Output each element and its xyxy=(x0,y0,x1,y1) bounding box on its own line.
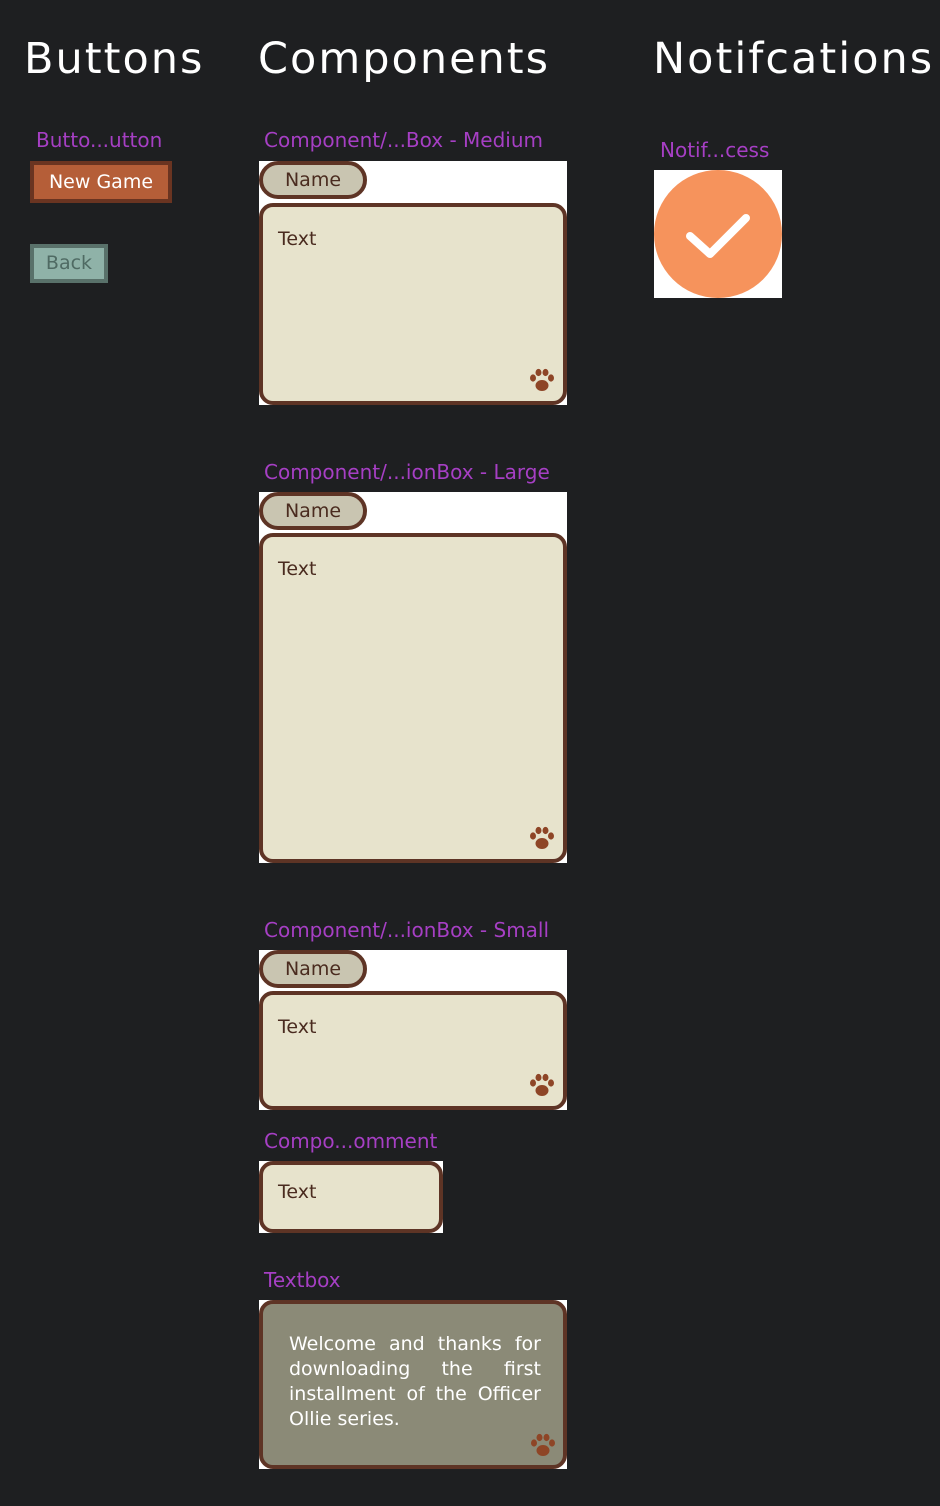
back-button[interactable]: Back xyxy=(30,244,108,283)
textbox-frame-label[interactable]: Textbox xyxy=(264,1268,341,1292)
dialog-small-frame[interactable]: Name Text xyxy=(259,950,567,1110)
dialog-small-frame-label[interactable]: Component/...ionBox - Small xyxy=(264,918,549,942)
checkmark-icon xyxy=(654,170,782,298)
comment-text: Text xyxy=(278,1181,317,1203)
components-section-title: Components xyxy=(258,34,551,84)
notifications-section-title: Notifcations xyxy=(653,34,935,84)
comment-frame[interactable]: Text xyxy=(259,1161,443,1233)
dialog-box: Text xyxy=(259,203,567,405)
textbox-text: Welcome and thanks for downloading the f… xyxy=(289,1333,541,1430)
dialog-medium-frame[interactable]: Name Text xyxy=(259,161,567,405)
buttons-section-title: Buttons xyxy=(24,34,205,84)
dialog-text: Text xyxy=(278,228,317,250)
dialog-medium-frame-label[interactable]: Component/...Box - Medium xyxy=(264,128,543,152)
paw-print-icon xyxy=(528,824,556,852)
notification-success-frame[interactable] xyxy=(654,170,782,298)
textbox-dialog: Welcome and thanks for downloading the f… xyxy=(259,1300,567,1469)
paw-print-icon xyxy=(529,1431,557,1459)
textbox-frame[interactable]: Welcome and thanks for downloading the f… xyxy=(259,1300,567,1469)
name-tag: Name xyxy=(259,161,367,199)
comment-box: Text xyxy=(259,1161,443,1233)
paw-print-icon xyxy=(528,1071,556,1099)
buttons-frame-label[interactable]: Butto...utton xyxy=(36,128,162,152)
name-tag: Name xyxy=(259,950,367,988)
new-game-button[interactable]: New Game xyxy=(30,161,172,203)
name-tag: Name xyxy=(259,492,367,530)
notification-frame-label[interactable]: Notif...cess xyxy=(660,138,769,162)
dialog-text: Text xyxy=(278,1016,317,1038)
dialog-box: Text xyxy=(259,991,567,1110)
dialog-large-frame-label[interactable]: Component/...ionBox - Large xyxy=(264,460,550,484)
dialog-text: Text xyxy=(278,558,317,580)
comment-frame-label[interactable]: Compo...omment xyxy=(264,1129,437,1153)
paw-print-icon xyxy=(528,366,556,394)
dialog-large-frame[interactable]: Name Text xyxy=(259,492,567,863)
dialog-box: Text xyxy=(259,533,567,863)
